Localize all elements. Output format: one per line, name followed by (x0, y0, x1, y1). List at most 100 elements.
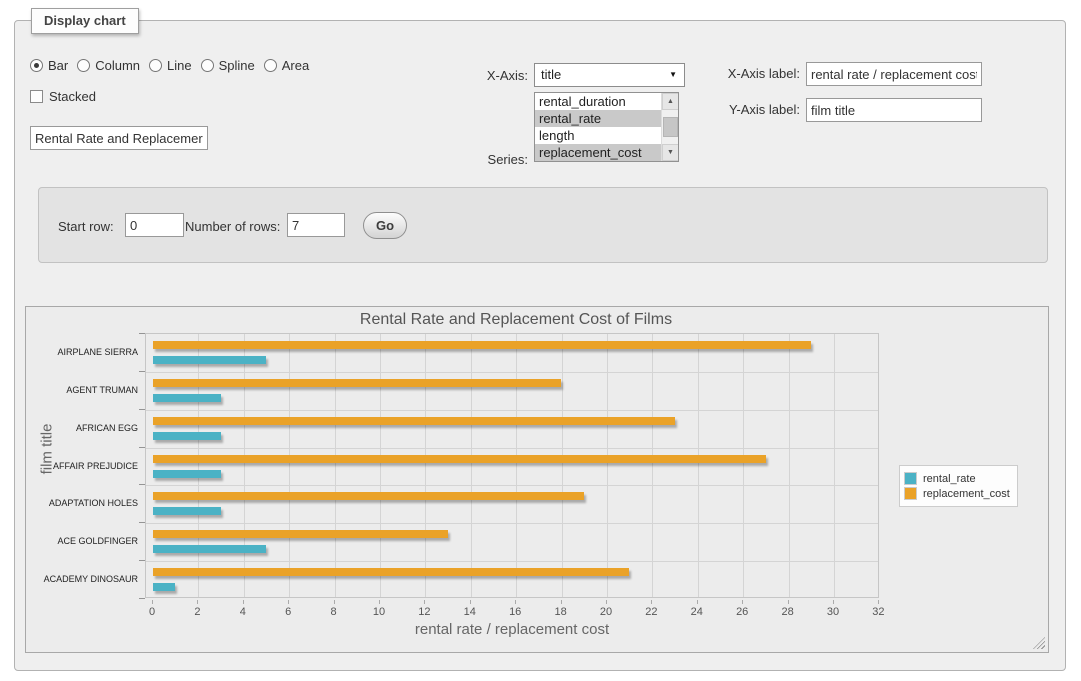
x-tick-label: 18 (546, 606, 576, 618)
x-tick-label: 14 (455, 606, 485, 618)
gridline (146, 448, 878, 449)
gridline (743, 334, 744, 597)
chart-plot-area (145, 333, 879, 598)
y-tick-mark (139, 560, 145, 561)
x-tick-label: 24 (682, 606, 712, 618)
series-scrollbar[interactable]: ▲ ▼ (661, 93, 678, 161)
x-tick-mark (243, 600, 244, 604)
gridline (425, 334, 426, 597)
chart-type-radio-spline[interactable] (201, 59, 214, 72)
x-tick-mark (424, 600, 425, 604)
gridline (244, 334, 245, 597)
y-tick-mark (139, 409, 145, 410)
number-of-rows-input[interactable] (287, 213, 345, 237)
x-tick-mark (334, 600, 335, 604)
gridline (652, 334, 653, 597)
gridline (146, 372, 878, 373)
x-tick-mark (651, 600, 652, 604)
x-axis-caption-label: X-Axis label: (693, 66, 800, 81)
x-tick-label: 20 (591, 606, 621, 618)
chart-type-group: Bar Column Line Spline Area (30, 58, 318, 73)
x-tick-mark (515, 600, 516, 604)
gridline (289, 334, 290, 597)
legend-swatch-icon (904, 472, 917, 485)
x-tick-mark (470, 600, 471, 604)
gridline (471, 334, 472, 597)
bar-replacement_cost (153, 568, 629, 576)
legend-entry: replacement_cost (904, 487, 1010, 500)
x-axis-select-label: X-Axis: (426, 68, 528, 83)
scrollbar-up-icon[interactable]: ▲ (662, 93, 679, 110)
x-tick-mark (742, 600, 743, 604)
x-tick-mark (833, 600, 834, 604)
y-tick-mark (139, 522, 145, 523)
x-axis-caption-input[interactable] (806, 62, 982, 86)
chevron-down-icon: ▼ (669, 64, 677, 86)
gridline (146, 523, 878, 524)
x-axis-select[interactable]: title ▼ (534, 63, 685, 87)
x-tick-mark (878, 600, 879, 604)
series-option-rental_rate[interactable]: rental_rate (535, 110, 678, 127)
legend-label: replacement_cost (923, 488, 1010, 500)
x-tick-mark (152, 600, 153, 604)
series-option-length[interactable]: length (535, 127, 678, 144)
y-axis-caption-input[interactable] (806, 98, 982, 122)
bar-replacement_cost (153, 455, 766, 463)
x-tick-mark (697, 600, 698, 604)
x-axis-selected-value: title (541, 67, 561, 82)
stacked-checkbox[interactable] (30, 90, 43, 103)
chart-x-axis-title: rental rate / replacement cost (145, 621, 879, 638)
scrollbar-down-icon[interactable]: ▼ (662, 144, 679, 161)
x-tick-label: 22 (636, 606, 666, 618)
chart-type-label-spline[interactable]: Spline (219, 58, 255, 73)
bar-rental_rate (153, 356, 266, 364)
bar-rental_rate (153, 545, 266, 553)
x-tick-label: 4 (228, 606, 258, 618)
stacked-row: Stacked (30, 89, 96, 104)
x-tick-mark (561, 600, 562, 604)
chart-type-radio-area[interactable] (264, 59, 277, 72)
legend-entry: rental_rate (904, 472, 1010, 485)
chart-type-radio-bar[interactable] (30, 59, 43, 72)
y-tick-mark (139, 484, 145, 485)
x-tick-label: 16 (500, 606, 530, 618)
x-tick-label: 0 (137, 606, 167, 618)
bar-replacement_cost (153, 530, 448, 538)
x-tick-mark (288, 600, 289, 604)
gridline (698, 334, 699, 597)
bar-replacement_cost (153, 341, 811, 349)
x-tick-mark (379, 600, 380, 604)
gridline (146, 561, 878, 562)
gridline (516, 334, 517, 597)
chart-type-label-area[interactable]: Area (282, 58, 309, 73)
chart-type-radio-column[interactable] (77, 59, 90, 72)
chart-title-input[interactable] (30, 126, 208, 150)
scrollbar-thumb[interactable] (663, 117, 678, 137)
legend-swatch-icon (904, 487, 917, 500)
y-tick-mark (139, 333, 145, 334)
display-chart-fieldset: Display chart BarColumnLineSplineArea St… (14, 20, 1066, 671)
go-button[interactable]: Go (363, 212, 407, 239)
bar-rental_rate (153, 394, 221, 402)
x-tick-label: 2 (182, 606, 212, 618)
start-row-input[interactable] (125, 213, 184, 237)
x-tick-mark (788, 600, 789, 604)
gridline (198, 334, 199, 597)
display-chart-page: Display chart BarColumnLineSplineArea St… (0, 0, 1081, 681)
series-option-rental_duration[interactable]: rental_duration (535, 93, 678, 110)
chart-type-label-line[interactable]: Line (167, 58, 192, 73)
gridline (607, 334, 608, 597)
chart-type-label-column[interactable]: Column (95, 58, 140, 73)
stacked-label[interactable]: Stacked (49, 89, 96, 104)
chart-type-label-bar[interactable]: Bar (48, 58, 68, 73)
series-listbox[interactable]: rental_durationrental_ratelengthreplacem… (534, 92, 679, 162)
series-label: Series: (426, 152, 528, 167)
x-tick-mark (197, 600, 198, 604)
x-tick-label: 28 (773, 606, 803, 618)
series-option-replacement_cost[interactable]: replacement_cost (535, 144, 678, 161)
chart-type-radio-line[interactable] (149, 59, 162, 72)
gridline (789, 334, 790, 597)
x-tick-label: 10 (364, 606, 394, 618)
resize-grip-icon[interactable] (1033, 637, 1045, 649)
gridline (834, 334, 835, 597)
